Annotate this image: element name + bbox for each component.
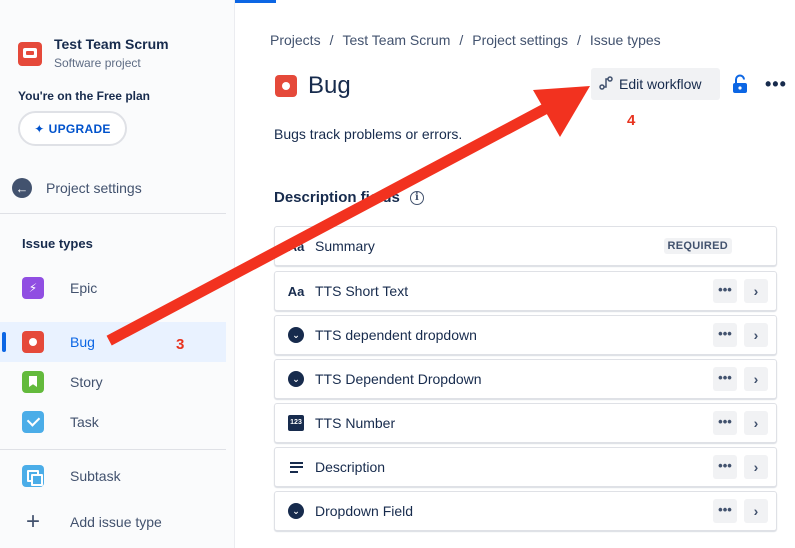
- upgrade-label: UPGRADE: [48, 121, 111, 136]
- chevron-right-icon[interactable]: ›: [744, 455, 768, 479]
- chevron-right-icon[interactable]: ›: [744, 367, 768, 391]
- bug-icon: [22, 331, 44, 353]
- sidebar-item-label: Task: [70, 414, 99, 430]
- arrow-left-icon: ←: [12, 178, 32, 198]
- breadcrumb-item-projects[interactable]: Projects: [270, 32, 321, 48]
- breadcrumb-separator: /: [329, 32, 334, 48]
- sidebar-item-label: Subtask: [70, 468, 121, 484]
- edit-workflow-label: Edit workflow: [619, 76, 702, 92]
- breadcrumb-separator: /: [459, 32, 464, 48]
- add-issue-type-label: Add issue type: [70, 514, 162, 530]
- breadcrumb-separator: /: [576, 32, 581, 48]
- sidebar-item-label: Bug: [70, 334, 95, 350]
- field-more-button[interactable]: •••: [713, 367, 737, 391]
- annotation-step-3: 3: [176, 336, 185, 353]
- field-row-description[interactable]: Description ••• ›: [274, 447, 777, 487]
- project-header[interactable]: Test Team Scrum Software project: [18, 36, 169, 71]
- issue-types-heading: Issue types: [22, 236, 93, 251]
- field-row-tts-dependent-dropdown-2[interactable]: ⌄ TTS Dependent Dropdown ••• ›: [274, 359, 777, 399]
- text-icon: Aa: [287, 238, 305, 254]
- epic-icon: [22, 277, 44, 299]
- sidebar-item-story[interactable]: Story: [0, 362, 226, 402]
- edit-workflow-button[interactable]: Edit workflow: [591, 68, 720, 100]
- paragraph-icon: [286, 461, 306, 473]
- sidebar-divider: [0, 213, 226, 214]
- task-icon: [22, 411, 44, 433]
- field-label: Dropdown Field: [315, 503, 414, 519]
- breadcrumb-item-project-settings[interactable]: Project settings: [472, 32, 568, 48]
- page-title-row: Bug: [275, 72, 351, 100]
- breadcrumb-item-issue-types[interactable]: Issue types: [590, 32, 661, 48]
- field-more-button[interactable]: •••: [713, 455, 737, 479]
- free-plan-notice: You're on the Free plan: [18, 89, 150, 103]
- bug-icon: [275, 75, 297, 97]
- field-row-dropdown-field[interactable]: ⌄ Dropdown Field ••• ›: [274, 491, 777, 531]
- text-icon: Aa: [287, 283, 305, 299]
- field-more-button[interactable]: •••: [713, 499, 737, 523]
- description-fields-heading: Description fields i: [274, 189, 424, 206]
- sparkle-icon: ✦: [34, 121, 45, 136]
- sidebar-item-label: Epic: [70, 280, 98, 296]
- field-row-tts-number[interactable]: 123 TTS Number ••• ›: [274, 403, 777, 443]
- sidebar-item-epic[interactable]: Epic: [0, 268, 226, 308]
- chevron-right-icon[interactable]: ›: [744, 279, 768, 303]
- project-type: Software project: [54, 56, 141, 70]
- dropdown-icon: ⌄: [286, 503, 306, 519]
- sidebar-item-bug[interactable]: Bug: [0, 322, 226, 362]
- description-fields-title: Description fields: [274, 189, 400, 206]
- project-text: Test Team Scrum Software project: [54, 36, 169, 71]
- upgrade-button[interactable]: ✦ UPGRADE: [18, 111, 127, 146]
- field-row-tts-short-text[interactable]: Aa TTS Short Text ••• ›: [274, 271, 777, 311]
- field-label: TTS dependent dropdown: [315, 327, 477, 343]
- page-description: Bugs track problems or errors.: [274, 126, 463, 142]
- breadcrumb-item-project[interactable]: Test Team Scrum: [342, 32, 450, 48]
- story-icon: [22, 371, 44, 393]
- field-more-button[interactable]: •••: [713, 411, 737, 435]
- field-row-summary[interactable]: Aa Summary REQUIRED: [274, 226, 777, 266]
- more-actions-icon[interactable]: •••: [765, 74, 787, 95]
- page-title: Bug: [308, 72, 351, 99]
- back-label: Project settings: [46, 180, 142, 196]
- chevron-right-icon[interactable]: ›: [744, 499, 768, 523]
- field-label: Summary: [315, 238, 375, 254]
- field-label: TTS Short Text: [315, 283, 409, 299]
- required-badge: REQUIRED: [663, 238, 732, 254]
- project-avatar-icon: [18, 42, 42, 66]
- add-issue-type-button[interactable]: + Add issue type: [0, 502, 226, 542]
- dropdown-icon: ⌄: [286, 327, 306, 343]
- field-label: TTS Dependent Dropdown: [315, 371, 482, 387]
- field-more-button[interactable]: •••: [713, 323, 737, 347]
- sidebar-item-label: Story: [70, 374, 103, 390]
- number-icon: 123: [286, 415, 306, 431]
- subtask-icon: [22, 465, 44, 487]
- dropdown-icon: ⌄: [286, 371, 306, 387]
- project-name: Test Team Scrum: [54, 36, 169, 52]
- info-icon[interactable]: i: [409, 190, 424, 205]
- chevron-right-icon[interactable]: ›: [744, 323, 768, 347]
- workflow-icon: [599, 75, 613, 93]
- field-row-tts-dependent-dropdown[interactable]: ⌄ TTS dependent dropdown ••• ›: [274, 315, 777, 355]
- unlock-icon[interactable]: [731, 74, 749, 94]
- plus-icon: +: [25, 508, 40, 535]
- sidebar-divider: [0, 449, 226, 450]
- annotation-step-4: 4: [627, 112, 636, 129]
- sidebar-item-task[interactable]: Task: [0, 402, 226, 442]
- back-to-project-settings[interactable]: ← Project settings: [12, 178, 142, 198]
- sidebar-item-subtask[interactable]: Subtask: [0, 456, 226, 496]
- field-label: TTS Number: [315, 415, 396, 431]
- sidebar: Test Team Scrum Software project You're …: [0, 0, 235, 548]
- breadcrumb: Projects / Test Team Scrum / Project set…: [270, 32, 661, 48]
- chevron-right-icon[interactable]: ›: [744, 411, 768, 435]
- field-label: Description: [315, 459, 386, 475]
- field-more-button[interactable]: •••: [713, 279, 737, 303]
